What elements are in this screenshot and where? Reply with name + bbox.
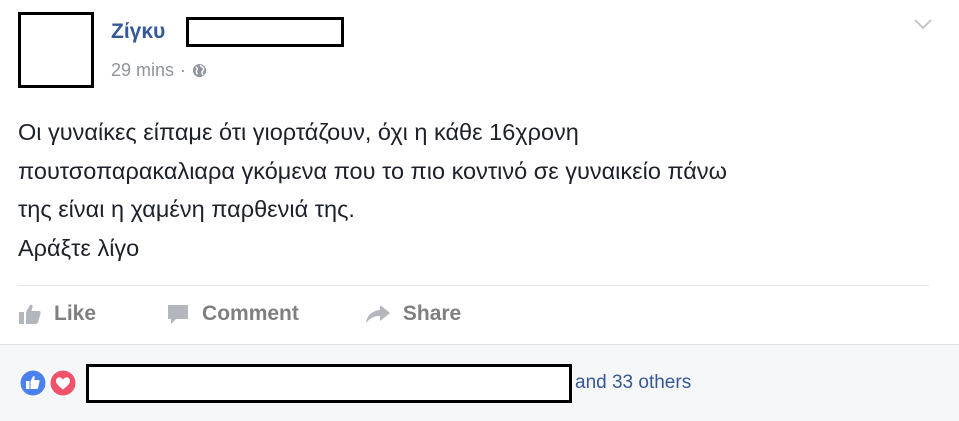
like-button[interactable]: Like	[18, 302, 96, 326]
globe-icon[interactable]	[192, 63, 207, 78]
comment-label: Comment	[202, 302, 299, 325]
avatar-redacted[interactable]	[18, 12, 94, 88]
post-text-line: Οι γυναίκες είπαμε ότι γιορτάζουν, όχι η…	[18, 119, 579, 145]
post-text: Οι γυναίκες είπαμε ότι γιορτάζουν, όχι η…	[18, 113, 938, 267]
chevron-down-icon[interactable]	[913, 18, 933, 30]
comment-button[interactable]: Comment	[166, 302, 299, 326]
reactions-bar: and 33 others	[0, 344, 959, 421]
author-name-redaction	[186, 17, 344, 47]
action-bar: Like Comment Share	[18, 296, 461, 332]
share-button[interactable]: Share	[365, 302, 461, 326]
meta-separator: ·	[180, 60, 187, 80]
share-arrow-icon	[365, 305, 390, 323]
divider	[18, 285, 929, 286]
like-reaction-icon[interactable]	[18, 368, 48, 398]
timestamp[interactable]: 29 mins	[111, 60, 174, 81]
comment-icon	[168, 305, 189, 324]
facebook-post: Ζίγκυ 29 mins · Οι γυναίκες είπαμε ότι γ…	[0, 0, 959, 421]
likers-names-redaction	[86, 364, 572, 403]
others-link[interactable]: and 33 others	[575, 372, 691, 394]
post-text-line: της είναι η χαμένη παρθενιά της.	[18, 196, 355, 222]
post-text-line: πουτσοπαρακαλιαρα γκόμενα που το πιο κον…	[18, 157, 727, 184]
author-name[interactable]: Ζίγκυ	[111, 20, 165, 44]
love-reaction-icon[interactable]	[48, 368, 78, 398]
thumbs-up-icon	[19, 304, 41, 324]
post-meta: 29 mins ·	[111, 60, 207, 81]
post-text-line: Αράξτε λίγο	[18, 234, 140, 261]
like-label: Like	[54, 302, 97, 325]
share-label: Share	[402, 302, 462, 325]
